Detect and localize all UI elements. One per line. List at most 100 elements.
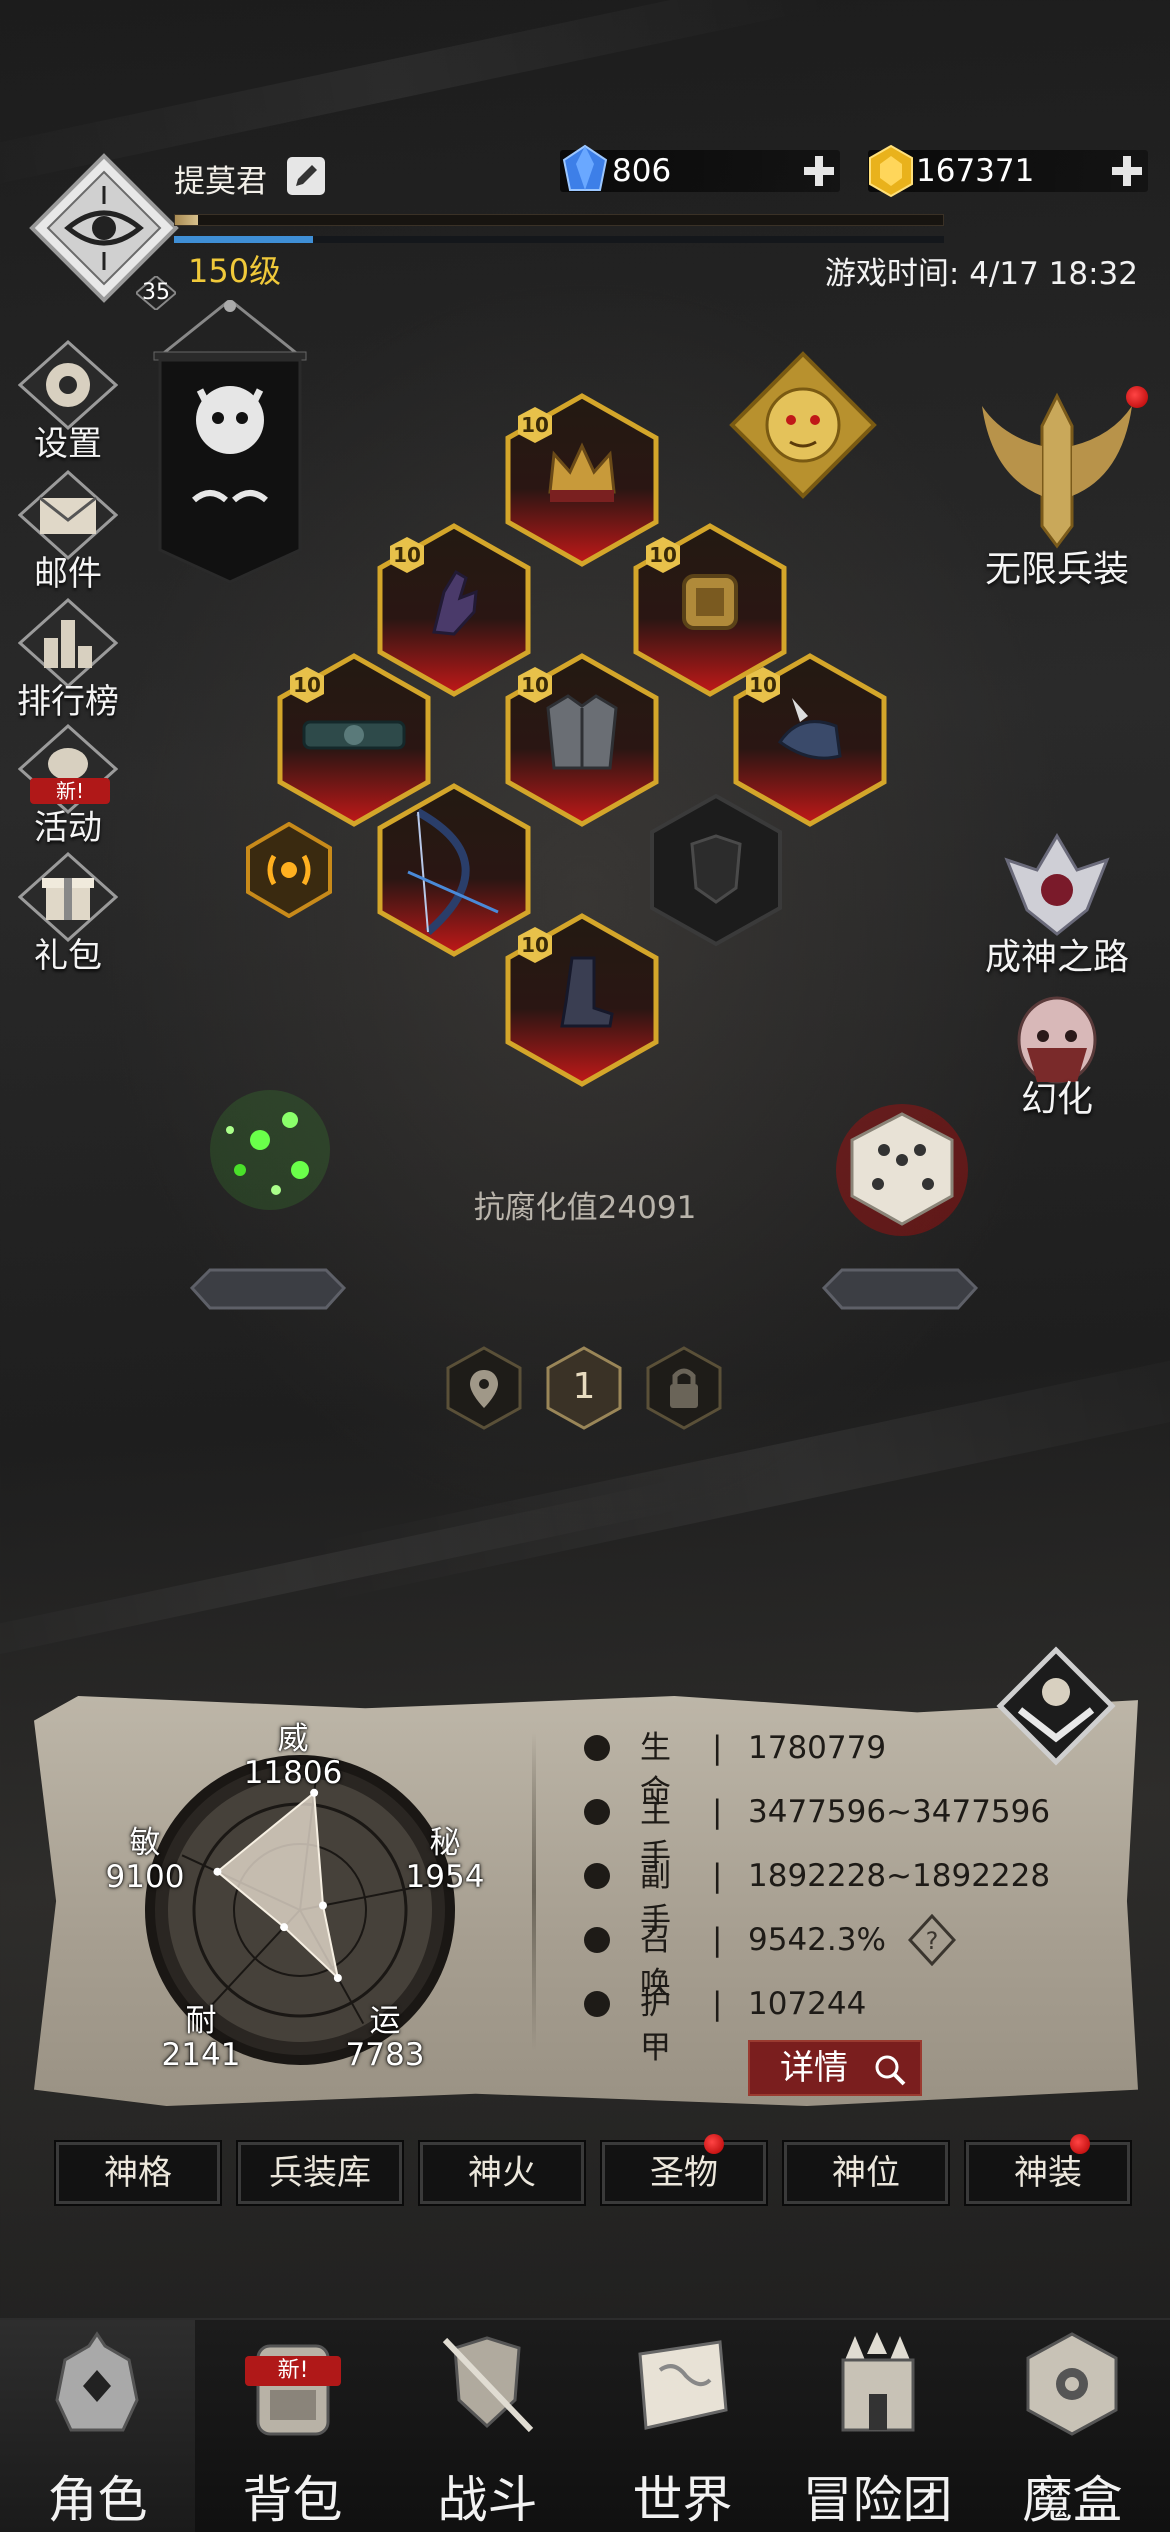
nav-world[interactable]: 世界 [585, 2320, 780, 2532]
ranking-label: 排行榜 [17, 682, 119, 722]
mana-bar [174, 236, 944, 243]
boots-icon [560, 956, 614, 1028]
dice-icon [836, 1104, 968, 1236]
collapse-diamond-icon [996, 1646, 1116, 1766]
add-gold-button[interactable] [1110, 154, 1144, 188]
summon-icon [584, 1927, 610, 1953]
notification-dot [704, 2134, 724, 2154]
shield-swords-icon [442, 2336, 534, 2433]
signal-icon [246, 821, 332, 919]
sword-icon [584, 1799, 610, 1825]
nav-magic-box[interactable]: 魔盒 [975, 2320, 1170, 2532]
mail-button[interactable]: 邮件 [8, 469, 128, 595]
bottom-navigation: 角色 新! 背包 战斗 世界 冒险团 魔盒 [0, 2318, 1170, 2532]
belt-icon [302, 720, 406, 750]
path-to-god-label: 成神之路 [984, 937, 1129, 978]
tab-divine-rank[interactable]: 神位 [782, 2140, 950, 2206]
location-button[interactable] [446, 1346, 522, 1430]
boots-slot[interactable]: 10 [502, 912, 662, 1088]
player-name: 提莫君 [174, 164, 267, 200]
locked-slot[interactable] [646, 1346, 722, 1430]
tab-armory[interactable]: 兵装库 [236, 2140, 404, 2206]
infinite-gear-label: 无限兵装 [984, 549, 1129, 590]
gold-gem-icon [869, 144, 913, 198]
nav-character[interactable]: 角色 [0, 2320, 195, 2532]
add-gems-button[interactable] [802, 154, 836, 188]
tab-relic[interactable]: 圣物 [600, 2140, 768, 2206]
experience-bar [174, 214, 944, 226]
event-button[interactable]: 新! 活动 [8, 723, 128, 849]
dagger-icon [584, 1863, 610, 1889]
radar-label-nai: 耐 2141 [161, 2003, 241, 2073]
illusion-label: 幻化 [1020, 1079, 1093, 1120]
tab-divinity[interactable]: 神格 [54, 2140, 222, 2206]
item-level-badge: 10 [516, 666, 554, 704]
bow-icon [407, 808, 499, 936]
left-pedestal [189, 1266, 347, 1312]
item-level-badge: 10 [388, 536, 426, 574]
gauntlet-icon [432, 569, 478, 636]
radar-label-min: 敏 9100 [105, 1825, 185, 1895]
gift-pack-button[interactable]: 礼包 [8, 851, 128, 977]
corrosion-resistance: 抗腐化值24091 [473, 1190, 697, 1226]
item-level-badge: 10 [288, 666, 326, 704]
radar-point [280, 1923, 289, 1932]
dice-button[interactable] [832, 1100, 972, 1240]
summon-help-icon[interactable]: ? [907, 1913, 957, 1967]
offhand-slot-empty[interactable] [646, 792, 786, 948]
new-tag: 新! [30, 778, 110, 804]
loadout-slot-1[interactable]: 1 [546, 1346, 622, 1430]
item-level-badge: 10 [644, 536, 682, 574]
radar-point [318, 1901, 327, 1910]
pauldron-icon [777, 698, 842, 760]
castle-icon [841, 2332, 915, 2432]
map-scroll-icon [638, 2340, 728, 2430]
helmet-icon [55, 2331, 139, 2432]
signal-button[interactable] [244, 821, 334, 919]
location-pin-icon [446, 1346, 522, 1430]
nav-backpack[interactable]: 新! 背包 [195, 2320, 390, 2532]
illusion-button[interactable]: 幻化 [962, 992, 1152, 1122]
notification-dot [1126, 386, 1148, 408]
settings-button[interactable]: 设置 [8, 339, 128, 465]
nav-battle[interactable]: 战斗 [390, 2320, 585, 2532]
item-level-badge: 10 [516, 406, 554, 444]
lock-icon [646, 1346, 722, 1430]
lion-icon [729, 351, 877, 499]
guild-banner[interactable] [150, 298, 310, 585]
magic-cube-icon [1026, 2332, 1118, 2436]
radar-label-yun: 运 7783 [345, 2003, 425, 2073]
radar-point [213, 1867, 222, 1876]
player-level: 150级 [188, 252, 282, 290]
tab-divine-gear[interactable]: 神装 [964, 2140, 1132, 2206]
gold-currency: 167371 [868, 144, 1148, 198]
nav-adventure-team[interactable]: 冒险团 [780, 2320, 975, 2532]
radar-label-mi: 秘 1954 [405, 1825, 485, 1895]
panel-toggle-button[interactable] [994, 1644, 1118, 1768]
radar-point [333, 1973, 342, 1982]
new-tag: 新! [245, 2356, 341, 2386]
green-spirit-effect[interactable] [150, 1080, 390, 1230]
gem-currency: 806 [560, 144, 840, 192]
ring-icon [682, 574, 738, 630]
radar-label-wei: 威 11806 [243, 1721, 343, 1791]
right-pedestal [821, 1266, 979, 1312]
ranking-button[interactable]: 排行榜 [8, 597, 128, 723]
infinite-gear-button[interactable]: 无限兵装 [962, 386, 1152, 592]
crown-icon [548, 442, 616, 502]
item-level-badge: 10 [744, 666, 782, 704]
game-time: 游戏时间: 4/17 18:32 [824, 256, 1138, 292]
item-level-badge: 10 [516, 926, 554, 964]
blue-gem-icon [562, 144, 608, 191]
edit-name-icon[interactable] [286, 156, 326, 196]
tab-divine-fire[interactable]: 神火 [418, 2140, 586, 2206]
svg-text:?: ? [926, 1927, 939, 1955]
panel-divider [532, 1732, 536, 2052]
heart-icon [584, 1735, 610, 1761]
magnifier-icon [875, 2055, 906, 2086]
details-button[interactable]: 详情 [748, 2040, 922, 2096]
lion-emblem-button[interactable] [728, 350, 878, 500]
armor-stat-icon [584, 1991, 610, 2017]
path-to-god-button[interactable]: 成神之路 [962, 830, 1152, 980]
winged-sword-icon [982, 392, 1132, 549]
